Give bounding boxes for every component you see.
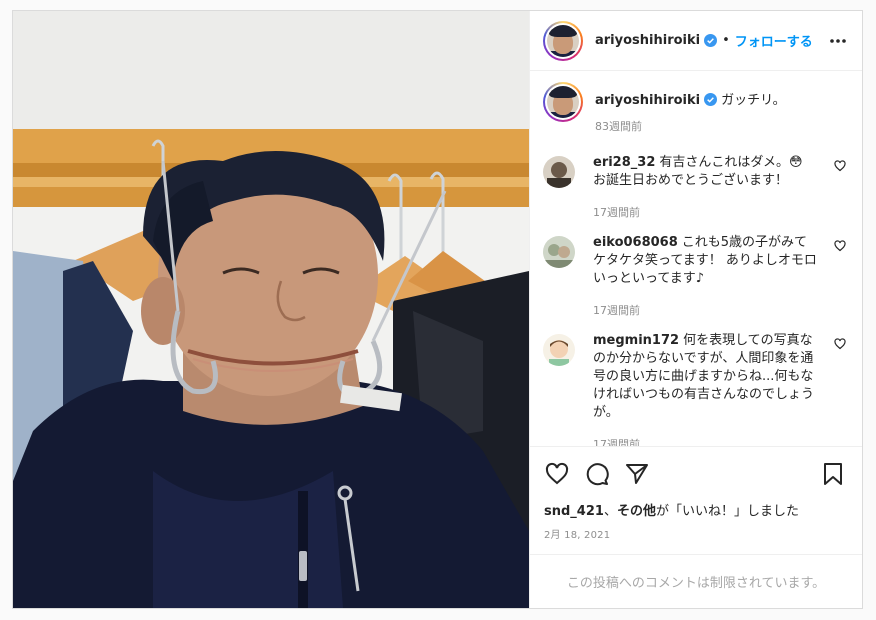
bookmark-icon[interactable] [820,461,846,487]
commenter-username[interactable]: megmin172 [593,333,679,348]
comment-item: eri28_32 有吉さんこれはダメ。😳 お誕生日おめでとうございます！ 17週間… [543,154,848,220]
comment-item: megmin172 何を表現しての写真なのか分からないですが、人間印象を通号の良い… [543,332,848,446]
liker-username[interactable]: snd_421 [544,504,604,519]
comment-item: eiko068068 これも5歳の子がみてケタケタ笑ってます！ ありよしオモロいっ… [543,234,848,318]
comments-restricted-notice: この投稿へのコメントは制限されています。 [530,554,862,608]
comment-icon[interactable] [584,461,610,487]
side-panel: ariyoshihiroiki • フォローする ariyoshihiroiki… [529,11,862,608]
post-date[interactable]: 2月 18, 2021 [530,526,862,554]
commenter-username[interactable]: eri28_32 [593,155,655,170]
commenter-avatar[interactable] [543,334,575,366]
caption-text: ariyoshihiroiki ガッチリ。 [595,92,821,110]
comment-time[interactable]: 17週間前 [593,436,819,446]
action-bar [530,446,862,500]
post-header: ariyoshihiroiki • フォローする [530,11,862,71]
send-icon[interactable] [624,461,650,487]
comment-like-icon[interactable] [834,240,846,252]
likes-summary: snd_421、その他が「いいね！」しました [530,500,862,520]
verified-badge-icon [704,34,718,47]
verified-badge-icon [704,93,718,106]
author-avatar[interactable] [543,20,583,61]
comment-time[interactable]: 17週間前 [593,204,819,220]
post-caption: ariyoshihiroiki ガッチリ。 83週間前 [543,82,848,134]
caption-username[interactable]: ariyoshihiroiki [595,93,700,108]
photo-illustration [13,11,529,608]
follow-button[interactable]: フォローする [735,31,813,50]
caption-body: ガッチリ。 [721,93,786,108]
comment-like-icon[interactable] [834,338,846,350]
likes-separator: 、 [603,504,617,519]
comment-time[interactable]: 17週間前 [593,302,819,318]
author-username[interactable]: ariyoshihiroiki [595,33,700,48]
caption-time[interactable]: 83週間前 [595,118,821,134]
comment-like-icon[interactable] [834,160,846,172]
caption-avatar[interactable] [543,82,583,122]
commenter-username[interactable]: eiko068068 [593,235,678,250]
likes-others-link[interactable]: その他 [617,504,656,519]
more-horizontal-icon[interactable] [828,31,848,51]
commenter-avatar[interactable] [543,156,575,188]
commenter-avatar[interactable] [543,236,575,268]
likes-suffix: が「いいね！」しました [655,504,799,519]
header-separator: • [722,33,730,48]
comments-list[interactable]: ariyoshihiroiki ガッチリ。 83週間前 eri28_32 有吉さんこ… [530,71,862,446]
post-photo[interactable] [13,11,529,608]
heart-icon[interactable] [544,461,570,487]
post-container: ariyoshihiroiki • フォローする ariyoshihiroiki… [12,10,863,609]
